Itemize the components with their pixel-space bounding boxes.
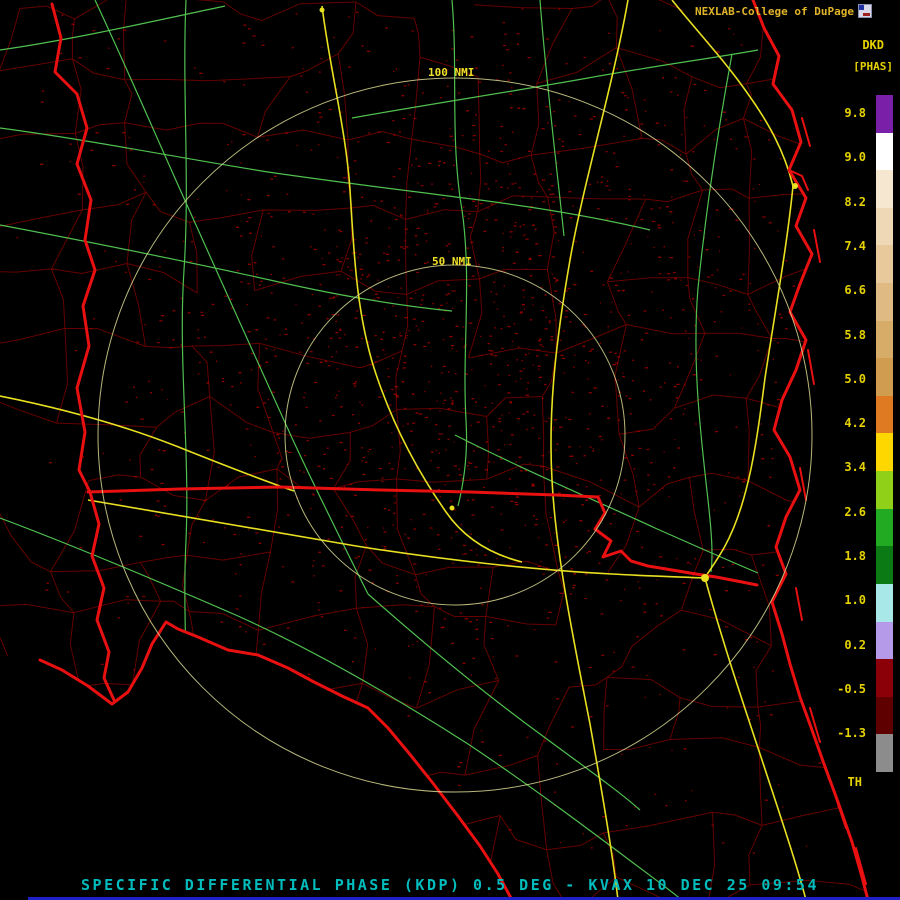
colorbar-label: 0.2 [844, 637, 866, 652]
secondary-road [0, 224, 453, 312]
radar-echo-speckle [16, 8, 868, 871]
colorbar-segment [876, 95, 893, 133]
county-boundaries [0, 0, 868, 900]
colorbar-segment [876, 320, 893, 359]
colorbar-label: 9.0 [844, 150, 866, 165]
colorbar-label: 1.0 [844, 593, 866, 608]
primary-road [321, 5, 523, 563]
river-border [88, 490, 116, 702]
city-marker [319, 7, 325, 13]
colorbar-label: 7.4 [844, 238, 866, 253]
colorbar-label: 2.6 [844, 504, 866, 519]
range-ring-label-100nmi: 100 NMI [428, 66, 475, 79]
secondary-road [351, 49, 759, 119]
colorbar-segment [876, 170, 893, 208]
secondary-road [0, 5, 226, 51]
secondary-road [0, 517, 683, 900]
secondary-road [539, 0, 565, 237]
colorbar-labels: 9.8 9.0 8.2 7.4 6.6 5.8 5.0 4.2 3.4 2.6 1.8 1.0 0.2 -… [822, 95, 866, 785]
colorbar-segment [876, 508, 893, 547]
brand-text: NEXLAB-College of DuPage [695, 4, 854, 18]
colorbar-label: 4.2 [844, 416, 866, 431]
state-borders [38, 0, 870, 900]
colorbar-segment [876, 245, 893, 284]
state-border-georgia-florida [86, 485, 759, 587]
colorbar-label: 1.8 [844, 549, 866, 563]
radar-display: NEXLAB-College of DuPage DKD [PHAS] 100 … [0, 0, 900, 900]
gulf-coastline [38, 620, 514, 900]
colorbar-segment [876, 433, 893, 472]
product-tag: [PHAS] [853, 60, 893, 73]
colorbar-segment [876, 659, 893, 697]
colorbar-segment [876, 207, 893, 246]
roads-secondary [0, 0, 759, 900]
colorbar-label: 8.2 [844, 194, 866, 209]
product-code: DKD [862, 38, 884, 52]
colorbar-label: 9.8 [844, 106, 866, 120]
colorbar-segment [876, 358, 893, 396]
colorbar-segment [876, 621, 893, 660]
primary-road [550, 0, 629, 900]
colorbar-label: 3.4 [844, 460, 866, 475]
state-border-west [50, 2, 97, 494]
colorbar-segment [876, 696, 893, 735]
colorbar-segment [876, 132, 893, 171]
radar-map [0, 0, 870, 900]
colorbar-segment [876, 546, 893, 584]
colorbar-segment [876, 395, 893, 434]
cod-logo-icon [858, 4, 872, 18]
colorbar-label: -1.3 [837, 726, 866, 741]
county-line-mesh [0, 0, 868, 900]
colorbar-label: 6.6 [844, 283, 866, 298]
range-ring-label-50nmi: 50 NMI [432, 255, 472, 268]
colorbar-label: -0.5 [837, 681, 866, 696]
colorbar-threshold-label: TH [847, 775, 862, 789]
colorbar-segment [876, 471, 893, 509]
colorbar-segment [876, 283, 893, 321]
radar-echoes [16, 8, 868, 871]
colorbar-segment [876, 734, 893, 772]
colorbar-label: 5.0 [844, 371, 866, 386]
colorbar-label: 5.8 [844, 327, 866, 342]
status-bar: SPECIFIC DIFFERENTIAL PHASE (KDP) 0.5 DE… [81, 876, 819, 894]
city-marker [449, 505, 455, 511]
colorbar [876, 95, 893, 772]
colorbar-segment [876, 583, 893, 622]
city-marker [701, 574, 709, 582]
city-marker [792, 183, 798, 189]
brand: NEXLAB-College of DuPage [695, 4, 872, 18]
